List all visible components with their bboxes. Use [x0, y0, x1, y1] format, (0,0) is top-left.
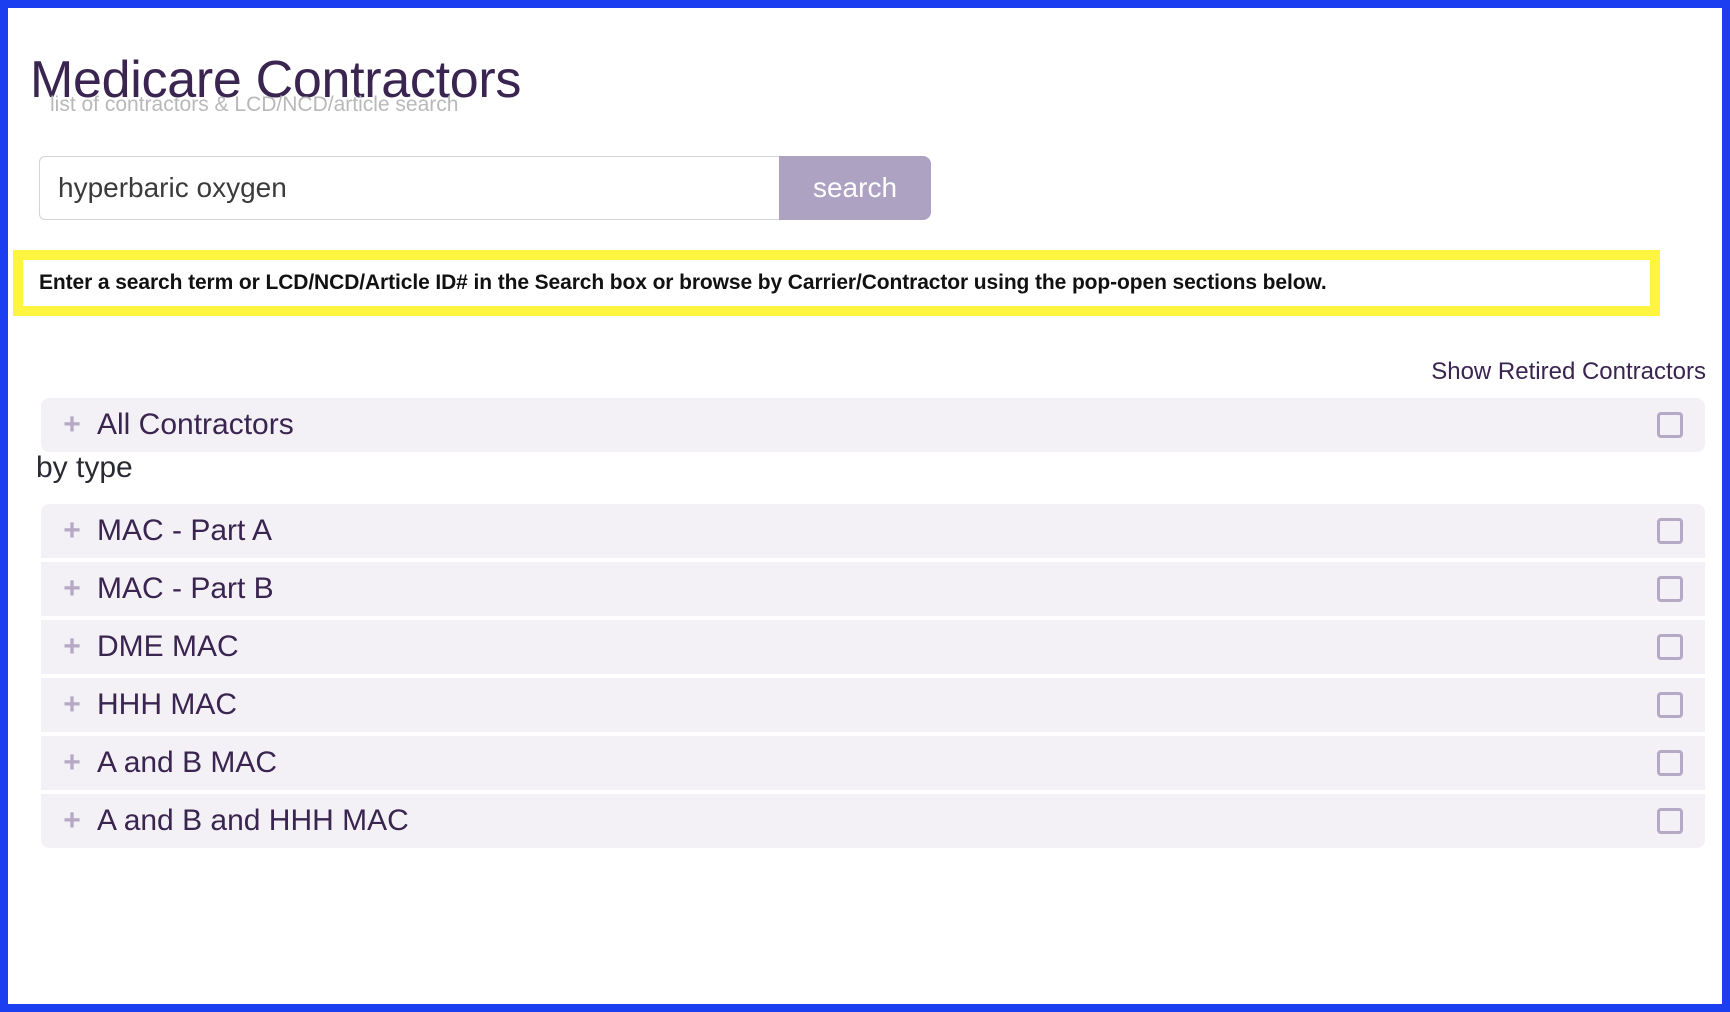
table-row[interactable]: + A and B MAC [41, 736, 1705, 790]
plus-icon[interactable]: + [59, 410, 85, 440]
alert-inner-box: Enter a search term or LCD/NCD/Article I… [23, 260, 1650, 306]
plus-icon[interactable]: + [59, 748, 85, 778]
table-row[interactable]: + DME MAC [41, 620, 1705, 674]
table-row[interactable]: + MAC - Part B [41, 562, 1705, 616]
contractor-row-label: MAC - Part B [97, 572, 274, 605]
alert-banner: Enter a search term or LCD/NCD/Article I… [13, 250, 1660, 316]
page-subtitle: list of contractors & LCD/NCD/article se… [50, 93, 459, 116]
plus-icon[interactable]: + [59, 806, 85, 836]
alert-message: Enter a search term or LCD/NCD/Article I… [39, 271, 1327, 294]
contractor-row-checkbox[interactable] [1657, 692, 1683, 718]
contractor-row-checkbox[interactable] [1657, 412, 1683, 438]
search-button[interactable]: search [779, 156, 931, 220]
contractor-row-all-contractors[interactable]: + All Contractors [41, 398, 1705, 452]
contractor-row-checkbox[interactable] [1657, 808, 1683, 834]
page-content: Medicare Contractors list of contractors… [8, 8, 1722, 1004]
contractor-row-label: DME MAC [97, 630, 239, 663]
page-frame: Medicare Contractors list of contractors… [0, 0, 1730, 1012]
table-row[interactable]: + HHH MAC [41, 678, 1705, 732]
all-contractors-section: + All Contractors [41, 398, 1705, 452]
table-row[interactable]: + A and B and HHH MAC [41, 794, 1705, 848]
contractor-row-label: HHH MAC [97, 688, 237, 721]
contractor-row-checkbox[interactable] [1657, 634, 1683, 660]
contractor-row-label: MAC - Part A [97, 514, 273, 547]
contractor-row-label: A and B MAC [97, 746, 278, 779]
table-row[interactable]: + MAC - Part A [41, 504, 1705, 558]
show-retired-contractors-link[interactable]: Show Retired Contractors [1431, 358, 1706, 386]
search-input[interactable] [39, 156, 779, 220]
contractor-row-checkbox[interactable] [1657, 576, 1683, 602]
by-type-section: + MAC - Part A + MAC - Part B + DME MAC … [41, 504, 1705, 848]
plus-icon[interactable]: + [59, 690, 85, 720]
contractor-row-checkbox[interactable] [1657, 750, 1683, 776]
contractor-row-label: All Contractors [97, 408, 294, 441]
by-type-heading: by type [36, 451, 133, 484]
search-bar: search [39, 156, 931, 220]
plus-icon[interactable]: + [59, 574, 85, 604]
contractor-row-label: A and B and HHH MAC [97, 804, 409, 837]
contractor-row-checkbox[interactable] [1657, 518, 1683, 544]
plus-icon[interactable]: + [59, 632, 85, 662]
plus-icon[interactable]: + [59, 516, 85, 546]
